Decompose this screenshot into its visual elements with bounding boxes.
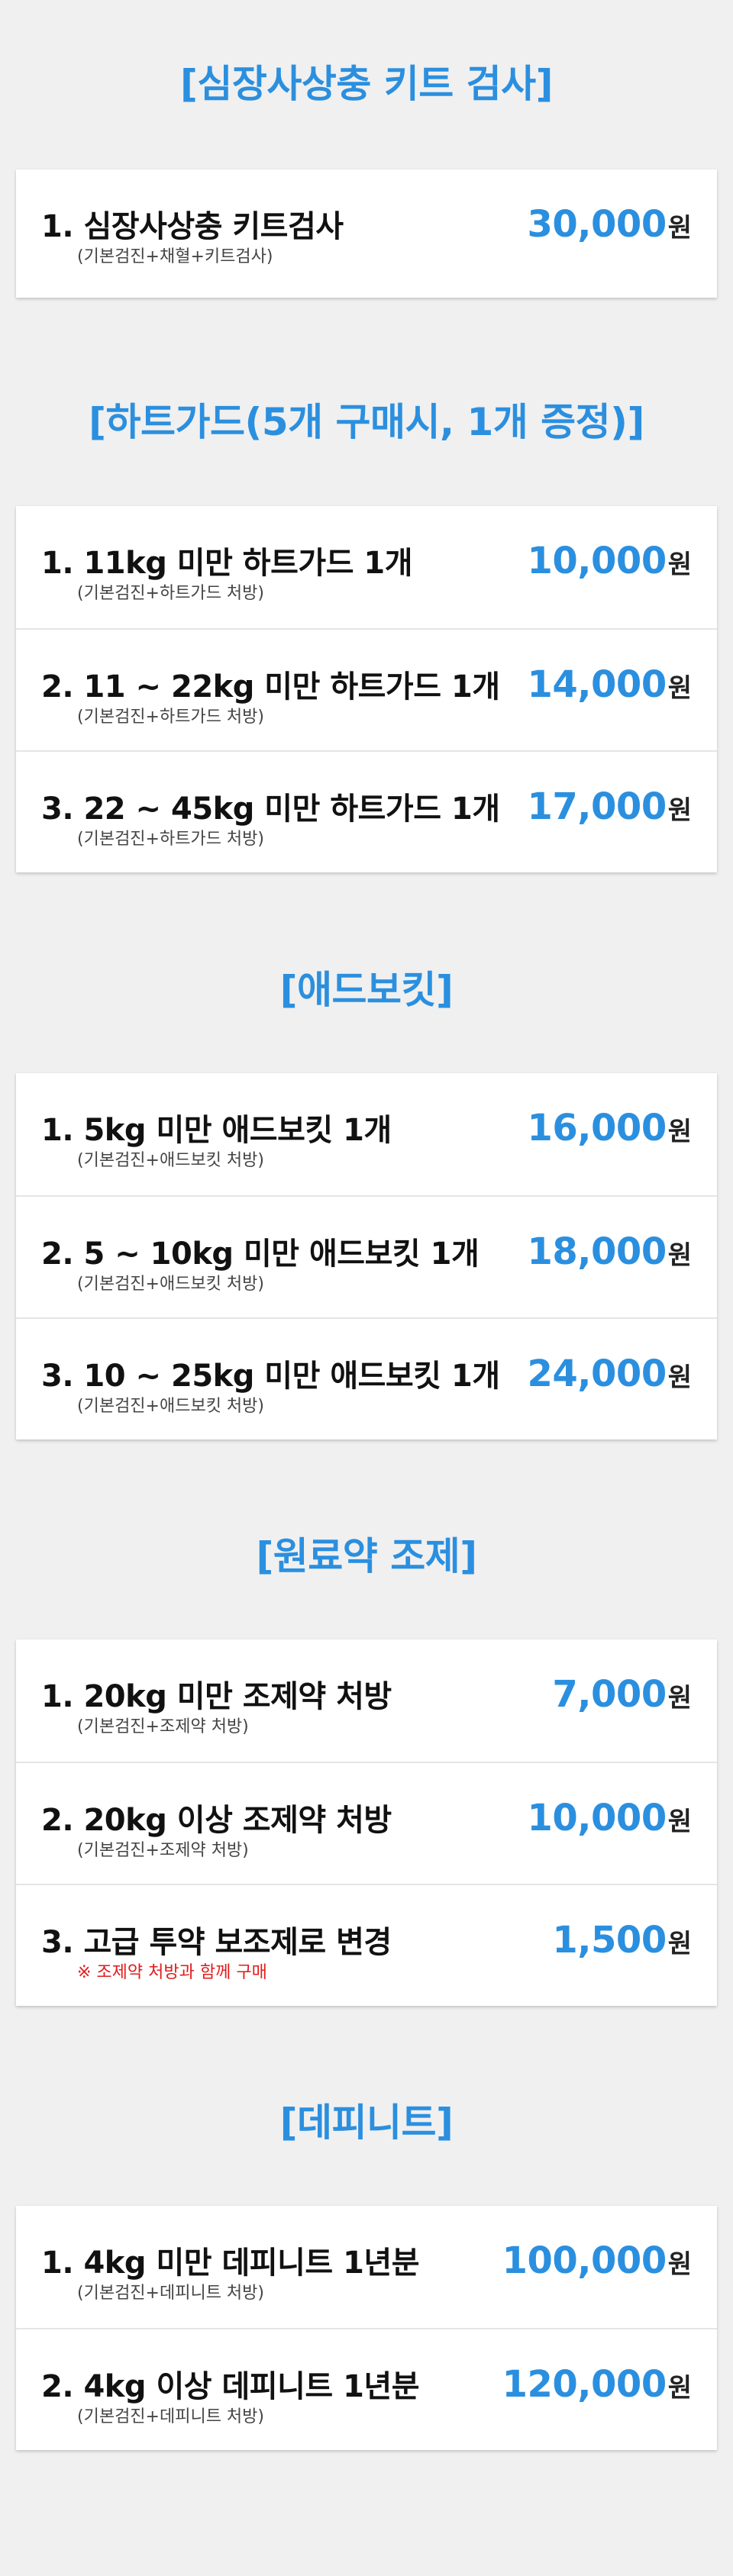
item-description: (기본검진+데피니트 처방) — [77, 2407, 264, 2426]
section-title-definite: [데피니트] — [279, 2100, 454, 2145]
item-description: (기본검진+조제약 처방) — [77, 1841, 249, 1860]
item-price: 17,000원 — [527, 785, 692, 828]
list-item: 2. 4kg 이상 데피니트 1년분 (기본검진+데피니트 처방) 120,00… — [16, 2328, 717, 2450]
item-price: 30,000원 — [527, 203, 692, 246]
price-unit: 원 — [667, 1240, 692, 1271]
item-description: (기본검진+애드보킷 처방) — [77, 1151, 264, 1170]
price-unit: 원 — [667, 1117, 692, 1147]
section-title-heartgard: [하트가드(5개 구매시, 1개 증정)] — [89, 400, 644, 444]
price-unit: 원 — [667, 550, 692, 580]
item-description: (기본검진+채혈+키트검사) — [77, 247, 273, 266]
item-price: 100,000원 — [502, 2239, 692, 2282]
item-description: (기본검진+하트가드 처방) — [77, 584, 264, 603]
item-name: 2. 20kg 이상 조제약 처방 — [41, 1803, 392, 1838]
price-unit: 원 — [667, 2249, 692, 2280]
item-name: 1. 심장사상충 키트검사 — [41, 209, 344, 244]
card-heartgard: 1. 11kg 미만 하트가드 1개 (기본검진+하트가드 처방) 10,000… — [16, 506, 717, 872]
price-unit: 원 — [667, 1929, 692, 1959]
price-unit: 원 — [667, 213, 692, 243]
price-amount: 14,000 — [527, 663, 667, 706]
price-amount: 17,000 — [527, 785, 667, 828]
list-item: 2. 5 ~ 10kg 미만 애드보킷 1개 (기본검진+애드보킷 처방) 18… — [16, 1195, 717, 1317]
item-description: (기본검진+조제약 처방) — [77, 1717, 249, 1736]
price-unit: 원 — [667, 1683, 692, 1714]
item-note: ※ 조제약 처방과 함께 구매 — [77, 1963, 267, 1982]
list-item: 2. 20kg 이상 조제약 처방 (기본검진+조제약 처방) 10,000원 — [16, 1762, 717, 1884]
list-item: 3. 10 ~ 25kg 미만 애드보킷 1개 (기본검진+애드보킷 처방) 2… — [16, 1317, 717, 1440]
item-price: 10,000원 — [527, 540, 692, 582]
price-amount: 24,000 — [527, 1352, 667, 1395]
item-description: (기본검진+데피니트 처방) — [77, 2284, 264, 2303]
price-amount: 10,000 — [527, 1797, 667, 1839]
item-name: 2. 5 ~ 10kg 미만 애드보킷 1개 — [41, 1236, 480, 1272]
price-amount: 7,000 — [552, 1673, 667, 1716]
list-item: 1. 4kg 미만 데피니트 1년분 (기본검진+데피니트 처방) 100,00… — [16, 2206, 717, 2328]
item-price: 24,000원 — [527, 1352, 692, 1395]
price-unit: 원 — [667, 1362, 692, 1393]
price-unit: 원 — [667, 673, 692, 704]
card-compound-medicine: 1. 20kg 미만 조제약 처방 (기본검진+조제약 처방) 7,000원 2… — [16, 1639, 717, 2006]
list-item: 1. 5kg 미만 애드보킷 1개 (기본검진+애드보킷 처방) 16,000원 — [16, 1073, 717, 1195]
price-amount: 100,000 — [502, 2239, 667, 2282]
list-item: 3. 고급 투약 보조제로 변경 ※ 조제약 처방과 함께 구매 1,500원 — [16, 1884, 717, 2006]
price-list-page: [심장사상충 키트 검사] 1. 심장사상충 키트검사 (기본검진+채혈+키트검… — [0, 0, 733, 2576]
price-amount: 30,000 — [527, 203, 667, 246]
card-heartworm-kit: 1. 심장사상충 키트검사 (기본검진+채혈+키트검사) 30,000원 — [16, 169, 717, 298]
item-name: 1. 4kg 미만 데피니트 1년분 — [41, 2246, 420, 2281]
item-name: 3. 10 ~ 25kg 미만 애드보킷 1개 — [41, 1359, 500, 1394]
section-title-advocate: [애드보킷] — [279, 968, 454, 1012]
section-title-compound-medicine: [원료약 조제] — [256, 1534, 477, 1578]
item-description: (기본검진+하트가드 처방) — [77, 708, 264, 727]
list-item: 3. 22 ~ 45kg 미만 하트가드 1개 (기본검진+하트가드 처방) 1… — [16, 750, 717, 872]
price-amount: 16,000 — [527, 1107, 667, 1149]
list-item: 1. 20kg 미만 조제약 처방 (기본검진+조제약 처방) 7,000원 — [16, 1639, 717, 1762]
price-amount: 10,000 — [527, 540, 667, 582]
item-name: 3. 22 ~ 45kg 미만 하트가드 1개 — [41, 791, 500, 827]
price-unit: 원 — [667, 795, 692, 826]
item-price: 16,000원 — [527, 1107, 692, 1149]
list-item: 2. 11 ~ 22kg 미만 하트가드 1개 (기본검진+하트가드 처방) 1… — [16, 628, 717, 750]
price-amount: 18,000 — [527, 1230, 667, 1273]
item-name: 2. 11 ~ 22kg 미만 하트가드 1개 — [41, 669, 500, 704]
item-name: 2. 4kg 이상 데피니트 1년분 — [41, 2369, 420, 2404]
price-unit: 원 — [667, 2373, 692, 2404]
item-price: 18,000원 — [527, 1230, 692, 1273]
item-price: 10,000원 — [527, 1797, 692, 1839]
item-description: (기본검진+애드보킷 처방) — [77, 1397, 264, 1416]
price-amount: 1,500 — [552, 1919, 667, 1962]
card-advocate: 1. 5kg 미만 애드보킷 1개 (기본검진+애드보킷 처방) 16,000원… — [16, 1073, 717, 1440]
item-name: 1. 20kg 미만 조제약 처방 — [41, 1679, 392, 1714]
item-price: 120,000원 — [502, 2363, 692, 2406]
item-description: (기본검진+애드보킷 처방) — [77, 1275, 264, 1294]
item-price: 1,500원 — [552, 1919, 692, 1962]
list-item: 1. 11kg 미만 하트가드 1개 (기본검진+하트가드 처방) 10,000… — [16, 506, 717, 628]
item-name: 1. 5kg 미만 애드보킷 1개 — [41, 1113, 392, 1148]
price-unit: 원 — [667, 1807, 692, 1837]
list-item: 1. 심장사상충 키트검사 (기본검진+채혈+키트검사) 30,000원 — [16, 169, 717, 298]
price-amount: 120,000 — [502, 2363, 667, 2406]
item-name: 3. 고급 투약 보조제로 변경 — [41, 1925, 392, 1960]
item-price: 14,000원 — [527, 663, 692, 706]
card-definite: 1. 4kg 미만 데피니트 1년분 (기본검진+데피니트 처방) 100,00… — [16, 2206, 717, 2450]
item-description: (기본검진+하트가드 처방) — [77, 830, 264, 849]
item-price: 7,000원 — [552, 1673, 692, 1716]
item-name: 1. 11kg 미만 하트가드 1개 — [41, 546, 413, 581]
section-title-heartworm-kit: [심장사상충 키트 검사] — [179, 62, 554, 106]
